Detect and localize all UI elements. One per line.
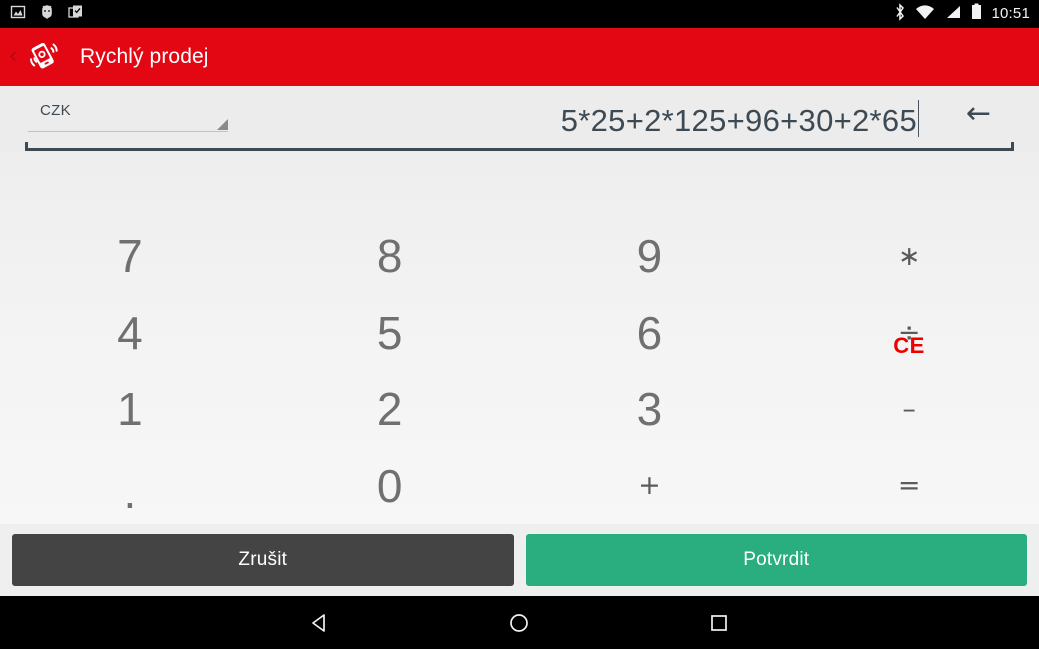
key-decimal[interactable]: .: [0, 448, 260, 525]
key-2-label: 2: [376, 383, 403, 436]
key-multiply[interactable]: ∗: [779, 218, 1039, 295]
nav-back-triangle-icon[interactable]: [290, 596, 350, 649]
app-screen: 10:51 ‹ Rychlý prodej CZK 5*25+2*125+96+…: [0, 0, 1039, 649]
battery-icon: [971, 3, 982, 25]
android-navigation-bar: [0, 596, 1039, 649]
back-button[interactable]: ‹: [4, 46, 22, 68]
key-3-label: 3: [636, 383, 663, 436]
currency-spinner[interactable]: CZK: [28, 100, 228, 132]
key-plus-label: +: [638, 470, 661, 502]
key-5[interactable]: 5: [260, 295, 520, 372]
key-1-label: 1: [117, 383, 143, 436]
key-9[interactable]: 9: [520, 218, 780, 295]
input-underline: [25, 142, 1014, 151]
usb-debug-icon: [40, 4, 54, 25]
key-2[interactable]: 2: [260, 371, 520, 448]
key-7[interactable]: 7: [0, 218, 260, 295]
key-divide[interactable]: ÷: [779, 295, 1039, 372]
expression-field[interactable]: 5*25+2*125+96+30+2*65: [561, 94, 919, 139]
calculator-keypad: CE 7 8 9 ∗ 4 5 6 ÷ 1 2 3–. 0 + =: [0, 152, 1039, 524]
key-8[interactable]: 8: [260, 218, 520, 295]
currency-value: CZK: [40, 102, 71, 119]
key-4-label: 4: [117, 306, 143, 359]
status-clock: 10:51: [991, 5, 1030, 22]
key-5-label: 5: [376, 306, 403, 359]
nav-recents-square-icon[interactable]: [689, 596, 749, 649]
page-title: Rychlý prodej: [80, 45, 209, 68]
android-status-bar: 10:51: [0, 0, 1039, 28]
key-equals-label: =: [897, 470, 921, 502]
status-left-icons: [10, 4, 84, 25]
mobile-payment-logo-icon: [26, 37, 62, 78]
key-decimal-label: .: [123, 465, 137, 518]
key-divide-label: ÷: [897, 317, 921, 349]
nav-home-circle-icon[interactable]: [489, 596, 549, 649]
spinner-underline: [28, 131, 228, 132]
key-3[interactable]: 3: [520, 371, 780, 448]
key-4[interactable]: 4: [0, 295, 260, 372]
key-plus[interactable]: +: [520, 448, 780, 525]
key-0-label: 0: [376, 459, 403, 512]
app-header-bar: ‹ Rychlý prodej: [0, 28, 1039, 86]
key-minus-label: –: [902, 393, 916, 425]
key-equals[interactable]: =: [779, 448, 1039, 525]
expression-value: 5*25+2*125+96+30+2*65: [560, 103, 917, 138]
wifi-icon: [915, 4, 935, 25]
key-multiply-label: ∗: [897, 240, 921, 272]
key-6-label: 6: [636, 306, 663, 359]
confirm-button[interactable]: Potvrdit: [525, 534, 1027, 586]
clipboard-icon: [68, 4, 84, 25]
signal-icon: [944, 4, 962, 25]
key-1[interactable]: 1: [0, 371, 260, 448]
status-right-icons: 10:51: [894, 0, 1030, 28]
amount-input-row: CZK 5*25+2*125+96+30+2*65 ←: [0, 86, 1039, 152]
screenshot-icon: [10, 4, 26, 25]
key-6[interactable]: 6: [520, 295, 780, 372]
key-9-label: 9: [636, 230, 663, 283]
backspace-arrow-icon[interactable]: ←: [966, 94, 991, 134]
dropdown-triangle-icon: [217, 119, 228, 130]
cancel-button-label: Zrušit: [238, 549, 288, 570]
bluetooth-icon: [894, 2, 906, 26]
action-button-bar: Zrušit Potvrdit: [0, 524, 1039, 596]
confirm-button-label: Potvrdit: [743, 549, 810, 570]
text-caret: [918, 100, 919, 137]
key-8-label: 8: [376, 230, 403, 283]
key-0[interactable]: 0: [260, 448, 520, 525]
key-7-label: 7: [117, 230, 143, 283]
cancel-button[interactable]: Zrušit: [12, 534, 514, 586]
keypad-grid: 7 8 9 ∗ 4 5 6 ÷ 1 2 3 –. 0 + =: [0, 218, 1039, 524]
key-minus[interactable]: –: [779, 371, 1039, 448]
